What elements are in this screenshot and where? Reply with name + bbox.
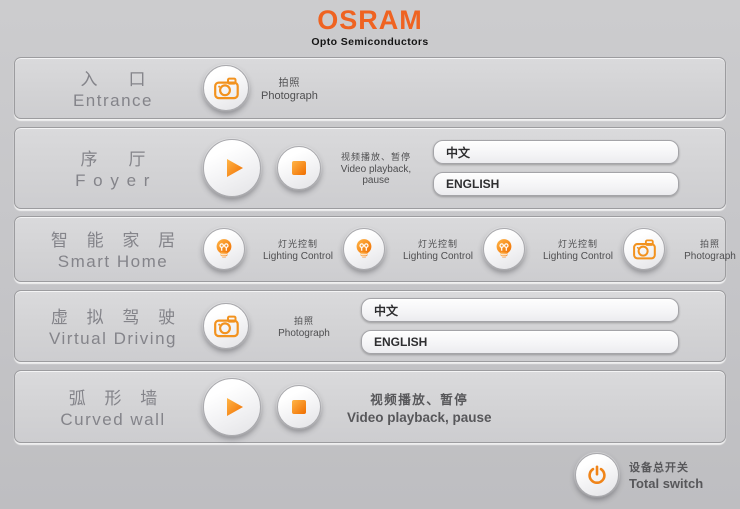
smart-home-photograph-button[interactable] xyxy=(623,228,665,270)
section-title-zh: 序 厅 xyxy=(37,145,189,170)
section-title-zh: 虚 拟 驾 驶 xyxy=(37,303,189,328)
label-zh: 拍照 xyxy=(261,314,347,327)
stop-icon xyxy=(291,399,307,415)
camera-icon xyxy=(213,314,240,339)
osram-logo: OSRAM xyxy=(0,7,740,34)
label-zh: 视频播放、暂停 xyxy=(347,389,492,408)
section-title-virtual-driving: 虚 拟 驾 驶 Virtual Driving xyxy=(37,303,189,349)
foyer-playback-label: 视频播放、暂停 Video playback, pause xyxy=(333,150,419,186)
label-en: Photograph xyxy=(261,328,347,339)
label-zh: 视频播放、暂停 xyxy=(333,150,419,163)
label-en: Lighting Control xyxy=(253,251,343,262)
label-zh: 灯光控制 xyxy=(533,237,623,250)
panel-foyer: 序 厅 F o y e r 视频播放、暂停 Video playback, pa… xyxy=(14,127,726,209)
section-title-smart-home: 智 能 家 居 Smart Home xyxy=(37,226,189,272)
section-title-en: Virtual Driving xyxy=(37,329,189,349)
foyer-stop-button[interactable] xyxy=(277,146,321,190)
lighting-control-group-3: 灯光控制 Lighting Control xyxy=(483,228,623,270)
lighting-control-button-3[interactable] xyxy=(483,228,525,270)
smart-home-photograph-label: 拍照 Photograph xyxy=(673,237,740,262)
section-title-en: Entrance xyxy=(37,91,189,111)
label-zh: 拍照 xyxy=(261,74,318,89)
smart-home-controls: 灯光控制 Lighting Control xyxy=(203,228,740,270)
curved-wall-play-button[interactable] xyxy=(203,378,261,436)
lighting-control-button-1[interactable] xyxy=(203,228,245,270)
lighting-control-label-1: 灯光控制 Lighting Control xyxy=(253,237,343,262)
logo-subtitle: Opto Semiconductors xyxy=(0,36,740,48)
camera-icon xyxy=(213,76,240,101)
header: OSRAM Opto Semiconductors xyxy=(0,7,740,48)
lighting-control-button-2[interactable] xyxy=(343,228,385,270)
label-zh: 拍照 xyxy=(673,237,740,250)
label-en: Photograph xyxy=(261,90,318,102)
entrance-photograph-button[interactable] xyxy=(203,65,249,111)
section-title-en: Curved wall xyxy=(37,410,189,430)
section-title-en: Smart Home xyxy=(37,252,189,272)
foyer-english-button[interactable]: ENGLISH xyxy=(433,172,679,196)
play-icon xyxy=(217,392,247,422)
curved-wall-playback-label: 视频播放、暂停 Video playback, pause xyxy=(347,389,492,425)
play-icon xyxy=(217,153,247,183)
section-title-curved-wall: 弧 形 墙 Curved wall xyxy=(37,384,189,430)
camera-icon xyxy=(632,238,657,261)
section-title-foyer: 序 厅 F o y e r xyxy=(37,145,189,191)
section-title-en: F o y e r xyxy=(37,171,189,191)
panel-smart-home: 智 能 家 居 Smart Home xyxy=(14,216,726,282)
total-switch-label: 设备总开关 Total switch xyxy=(629,459,703,491)
label-en: Total switch xyxy=(629,476,703,491)
label-zh: 设备总开关 xyxy=(629,459,703,475)
panel-virtual-driving: 虚 拟 驾 驶 Virtual Driving 拍照 Photograph 中文… xyxy=(14,290,726,362)
total-switch-group: 设备总开关 Total switch xyxy=(575,453,703,497)
lighting-control-group-2: 灯光控制 Lighting Control xyxy=(343,228,483,270)
label-en: Video playback, pause xyxy=(347,410,492,425)
virtual-driving-english-button[interactable]: ENGLISH xyxy=(361,330,679,354)
lighting-control-label-2: 灯光控制 Lighting Control xyxy=(393,237,483,262)
section-title-zh: 智 能 家 居 xyxy=(37,226,189,251)
foyer-chinese-button[interactable]: 中文 xyxy=(433,140,679,164)
section-title-zh: 弧 形 墙 xyxy=(37,384,189,409)
virtual-driving-chinese-button[interactable]: 中文 xyxy=(361,298,679,322)
lightbulb-icon xyxy=(352,237,376,261)
section-title-entrance: 入 口 Entrance xyxy=(37,65,189,111)
lighting-control-label-3: 灯光控制 Lighting Control xyxy=(533,237,623,262)
label-zh: 灯光控制 xyxy=(253,237,343,250)
curved-wall-stop-button[interactable] xyxy=(277,385,321,429)
lightbulb-icon xyxy=(492,237,516,261)
panel-curved-wall: 弧 形 墙 Curved wall 视频播放、暂停 Video playback… xyxy=(14,370,726,443)
lightbulb-icon xyxy=(212,237,236,261)
foyer-language-buttons: 中文 ENGLISH xyxy=(433,140,679,196)
label-zh: 灯光控制 xyxy=(393,237,483,250)
stop-icon xyxy=(291,160,307,176)
label-en: Photograph xyxy=(673,251,740,262)
power-icon xyxy=(585,463,609,487)
lighting-control-group-1: 灯光控制 Lighting Control xyxy=(203,228,343,270)
control-panel-page: OSRAM Opto Semiconductors 入 口 Entrance 拍… xyxy=(0,0,740,509)
section-title-zh: 入 口 xyxy=(37,65,189,90)
entrance-photograph-label: 拍照 Photograph xyxy=(261,74,318,102)
foyer-play-button[interactable] xyxy=(203,139,261,197)
virtual-driving-language-buttons: 中文 ENGLISH xyxy=(361,298,679,354)
panel-entrance: 入 口 Entrance 拍照 Photograph xyxy=(14,57,726,119)
total-switch-button[interactable] xyxy=(575,453,619,497)
label-en: Lighting Control xyxy=(533,251,623,262)
virtual-driving-photograph-label: 拍照 Photograph xyxy=(261,314,347,339)
virtual-driving-photograph-button[interactable] xyxy=(203,303,249,349)
smart-home-photograph-group: 拍照 Photograph xyxy=(623,228,740,270)
label-en: Video playback, pause xyxy=(333,164,419,186)
label-en: Lighting Control xyxy=(393,251,483,262)
